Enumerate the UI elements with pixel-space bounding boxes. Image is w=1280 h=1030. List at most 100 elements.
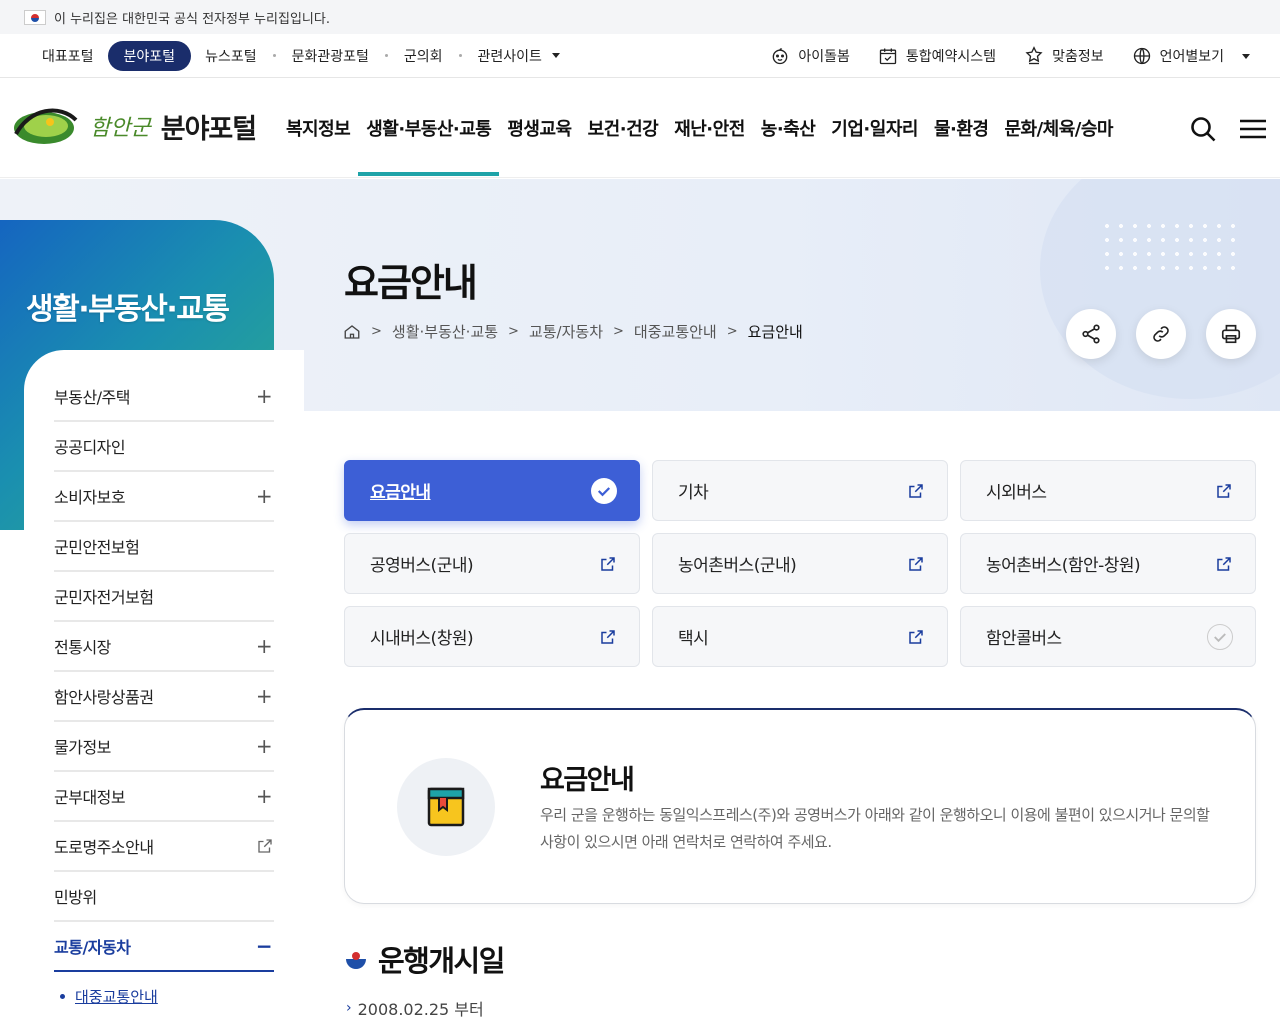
taegeuk-bullet-icon	[346, 951, 366, 969]
side-subitem-public-transport[interactable]: 대중교통안내	[54, 986, 274, 1007]
menu-button[interactable]	[1238, 114, 1268, 148]
section-title: 운행개시일	[344, 938, 505, 980]
external-link-icon	[1217, 483, 1231, 498]
gnb-welfare[interactable]: 복지정보	[278, 78, 358, 178]
side-item-civil-defense[interactable]: 민방위	[54, 872, 274, 922]
external-link-icon	[909, 629, 923, 644]
tab-label: 시내버스(창원)	[370, 629, 474, 649]
sub-tabs: 요금안내 기차 시외버스 공영버스(군내) 농어촌버스(군내) 농어촌버스(함안…	[344, 460, 1256, 667]
plus-icon: +	[255, 634, 273, 658]
tab-public-bus[interactable]: 공영버스(군내)	[344, 533, 640, 594]
plus-icon: +	[255, 384, 273, 408]
side-item-consumer[interactable]: 소비자보호 +	[54, 472, 274, 522]
print-button[interactable]	[1206, 309, 1256, 359]
side-item-label: 함안사랑상품권	[54, 688, 154, 707]
calendar-check-icon	[879, 48, 897, 65]
chevron-right-icon: >	[371, 324, 382, 339]
gnb-water-environment[interactable]: 물·환경	[926, 78, 997, 178]
side-item-road-address[interactable]: 도로명주소안내	[54, 822, 274, 872]
hero-decoration	[1040, 179, 1280, 399]
tab-label: 요금안내	[370, 483, 431, 503]
portal-link-culture[interactable]: 문화관광포털	[278, 41, 383, 71]
language-dropdown[interactable]: 언어별보기	[1132, 46, 1250, 66]
logo-script-text: 함안군	[90, 116, 151, 141]
book-icon	[427, 787, 465, 827]
tab-fare-info[interactable]: 요금안내	[344, 460, 640, 521]
gnb-culture-sports[interactable]: 문화/체육/승마	[996, 78, 1121, 178]
side-item-label: 교통/자동차	[54, 938, 131, 957]
search-button[interactable]	[1188, 114, 1218, 148]
header-icons	[1188, 114, 1268, 148]
page-title: 요금안내	[344, 261, 478, 305]
side-item-label: 소비자보호	[54, 488, 126, 507]
tab-label: 택시	[678, 629, 709, 649]
side-item-label: 전통시장	[54, 638, 111, 657]
gnb-life-realestate-traffic[interactable]: 생활·부동산·교통	[358, 78, 500, 178]
tab-label: 시외버스	[986, 483, 1047, 503]
home-icon[interactable]	[343, 323, 361, 341]
portal-links: 대표포털 분야포털 뉴스포털 문화관광포털 군의회 관련사이트	[0, 40, 574, 71]
breadcrumb-item[interactable]: 대중교통안내	[634, 321, 717, 342]
check-circle-icon	[591, 477, 617, 504]
portal-link-council[interactable]: 군의회	[390, 41, 457, 71]
childcare-link[interactable]: 아이돌봄	[770, 46, 850, 66]
separator-dot	[272, 54, 276, 57]
link-icon	[1153, 326, 1169, 342]
reservation-link[interactable]: 통합예약시스템	[878, 46, 996, 66]
caret-down-icon	[551, 53, 560, 58]
separator-dot	[458, 54, 462, 57]
logo-title: 분야포털	[160, 113, 257, 145]
haman-logo-mark	[14, 108, 78, 144]
tab-call-bus[interactable]: 함안콜버스	[960, 606, 1256, 667]
side-item-public-design[interactable]: 공공디자인	[54, 422, 274, 472]
tab-taxi[interactable]: 택시	[652, 606, 948, 667]
portal-link-main[interactable]: 대표포털	[28, 41, 108, 71]
reservation-label: 통합예약시스템	[905, 49, 997, 65]
korea-flag-icon	[24, 9, 46, 25]
side-item-prices[interactable]: 물가정보 +	[54, 722, 274, 772]
tab-city-bus-changwon[interactable]: 시내버스(창원)	[344, 606, 640, 667]
share-button[interactable]	[1066, 309, 1116, 359]
tab-intercity-bus[interactable]: 시외버스	[960, 460, 1256, 521]
copy-link-button[interactable]	[1136, 309, 1186, 359]
related-sites-dropdown[interactable]: 관련사이트	[464, 41, 574, 71]
side-item-safety-insurance[interactable]: 군민안전보험	[54, 522, 274, 572]
language-label: 언어별보기	[1159, 49, 1224, 65]
side-item-military[interactable]: 군부대정보 +	[54, 772, 274, 822]
site-logo[interactable]: 함안군 분야포털	[10, 104, 257, 148]
main-header: 함안군 분야포털 복지정보 생활·부동산·교통 평생교육 보건·건강 재난·안전…	[0, 78, 1280, 178]
utility-nav: 대표포털 분야포털 뉴스포털 문화관광포털 군의회 관련사이트 아이돌봄 통합예…	[0, 34, 1280, 78]
side-item-gift-voucher[interactable]: 함안사랑상품권 +	[54, 672, 274, 722]
breadcrumb-item[interactable]: 생활·부동산·교통	[392, 321, 498, 342]
side-item-market[interactable]: 전통시장 +	[54, 622, 274, 672]
tab-rural-bus-changwon[interactable]: 농어촌버스(함안-창원)	[960, 533, 1256, 594]
portal-link-field[interactable]: 분야포털	[107, 40, 192, 71]
side-item-label: 군민자전거보험	[54, 588, 154, 607]
portal-link-news[interactable]: 뉴스포털	[191, 41, 271, 71]
tab-label: 공영버스(군내)	[370, 556, 474, 576]
side-title: 생활·부동산·교통	[26, 292, 230, 327]
tab-rural-bus-local[interactable]: 농어촌버스(군내)	[652, 533, 948, 594]
global-nav: 복지정보 생활·부동산·교통 평생교육 보건·건강 재난·안전 농·축산 기업·…	[278, 78, 1121, 178]
globe-icon	[1133, 47, 1150, 65]
childcare-label: 아이돌봄	[798, 49, 850, 65]
custom-info-link[interactable]: 맞춤정보	[1024, 46, 1104, 66]
external-link-icon	[1217, 556, 1231, 571]
gnb-business-jobs[interactable]: 기업·일자리	[823, 78, 926, 178]
chevron-right-icon: ›	[346, 1000, 352, 1016]
gnb-lifelong-education[interactable]: 평생교육	[499, 78, 579, 178]
tab-train[interactable]: 기차	[652, 460, 948, 521]
tab-label: 농어촌버스(함안-창원)	[986, 556, 1141, 576]
side-item-realestate[interactable]: 부동산/주택 +	[54, 372, 274, 422]
gnb-disaster-safety[interactable]: 재난·안전	[666, 78, 753, 178]
plus-icon: +	[255, 484, 273, 508]
external-link-icon	[601, 629, 615, 644]
gnb-health[interactable]: 보건·건강	[580, 78, 667, 178]
plus-icon: +	[255, 684, 273, 708]
side-item-label: 민방위	[54, 888, 97, 907]
info-body: 우리 군을 운행하는 동일익스프레스(주)와 공영버스가 아래와 같이 운행하오…	[540, 806, 1210, 851]
side-item-bike-insurance[interactable]: 군민자전거보험	[54, 572, 274, 622]
gnb-agriculture[interactable]: 농·축산	[753, 78, 824, 178]
breadcrumb-item[interactable]: 교통/자동차	[529, 321, 603, 342]
side-item-traffic[interactable]: 교통/자동차 −	[54, 922, 274, 972]
